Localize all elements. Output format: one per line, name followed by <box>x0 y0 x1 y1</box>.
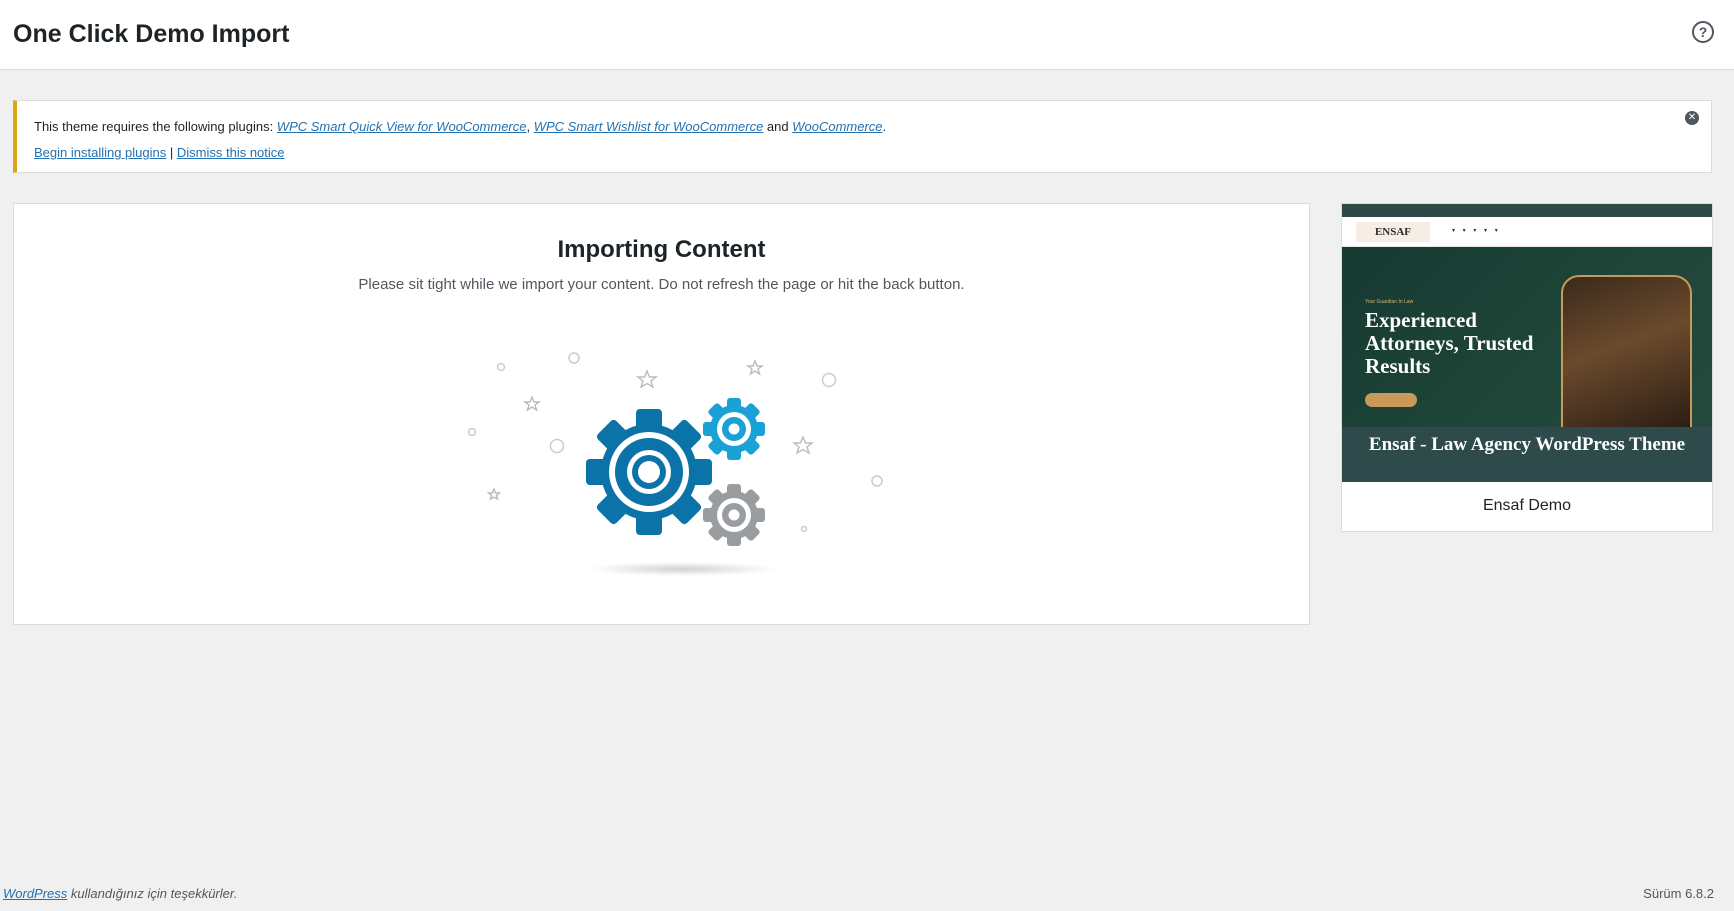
footer-thanks: WordPress kullandığınız için teşekkürler… <box>3 886 237 901</box>
notice-pipe: | <box>166 145 177 160</box>
dismiss-notice-link[interactable]: Dismiss this notice <box>177 145 285 160</box>
importing-gears-icon <box>467 352 883 576</box>
preview-logo: ENSAF <box>1356 222 1430 242</box>
plugin-link-quick-view[interactable]: WPC Smart Quick View for WooCommerce <box>277 119 527 134</box>
gear-small-blue-icon <box>703 398 765 460</box>
preview-topbar <box>1342 204 1712 217</box>
begin-installing-plugins-link[interactable]: Begin installing plugins <box>34 145 166 160</box>
gear-small-gray-icon <box>703 484 765 546</box>
close-icon[interactable]: ✕ <box>1685 111 1699 125</box>
gear-large-icon <box>586 409 712 535</box>
preview-cta <box>1365 393 1417 407</box>
import-description: Please sit tight while we import your co… <box>358 276 965 293</box>
preview-eyebrow: Your Guardian In Law <box>1365 299 1414 305</box>
notice-prefix: This theme requires the following plugin… <box>34 119 277 134</box>
notice-comma: , <box>526 119 534 134</box>
preview-nav: ENSAF ▾ ▾ ▾ ▾ ▾ <box>1342 217 1712 247</box>
help-icon[interactable]: ? <box>1692 21 1714 43</box>
plugin-link-woocommerce[interactable]: WooCommerce <box>792 119 882 134</box>
wordpress-link[interactable]: WordPress <box>3 886 67 901</box>
preview-photo <box>1561 275 1692 429</box>
preview-footer-title: Ensaf - Law Agency WordPress Theme <box>1368 434 1686 455</box>
demo-preview-image[interactable]: ENSAF ▾ ▾ ▾ ▾ ▾ Your Guardian In Law Exp… <box>1342 204 1712 482</box>
import-title: Importing Content <box>557 236 766 263</box>
preview-footer: Ensaf - Law Agency WordPress Theme <box>1342 427 1712 482</box>
notice-and: and <box>763 119 793 134</box>
footer-version: Sürüm 6.8.2 <box>1643 886 1714 901</box>
preview-hero: Your Guardian In Law Experienced Attorne… <box>1342 247 1712 429</box>
page-title: One Click Demo Import <box>13 20 290 48</box>
plugin-link-wishlist[interactable]: WPC Smart Wishlist for WooCommerce <box>534 119 764 134</box>
notice-actions: Begin installing plugins | Dismiss this … <box>34 145 285 160</box>
import-panel: Importing Content Please sit tight while… <box>13 203 1310 625</box>
preview-headline: Experienced Attorneys, Trusted Results <box>1365 308 1534 378</box>
preview-menu: ▾ ▾ ▾ ▾ ▾ <box>1452 228 1498 234</box>
page-header: One Click Demo Import ? <box>0 0 1734 70</box>
demo-name: Ensaf Demo <box>1482 497 1572 514</box>
notice-text: This theme requires the following plugin… <box>34 119 886 134</box>
notice-suffix: . <box>882 119 887 134</box>
demo-card[interactable]: ENSAF ▾ ▾ ▾ ▾ ▾ Your Guardian In Law Exp… <box>1341 203 1713 532</box>
plugin-notice: This theme requires the following plugin… <box>13 100 1712 173</box>
footer-thanks-text: kullandığınız için teşekkürler. <box>67 886 238 901</box>
